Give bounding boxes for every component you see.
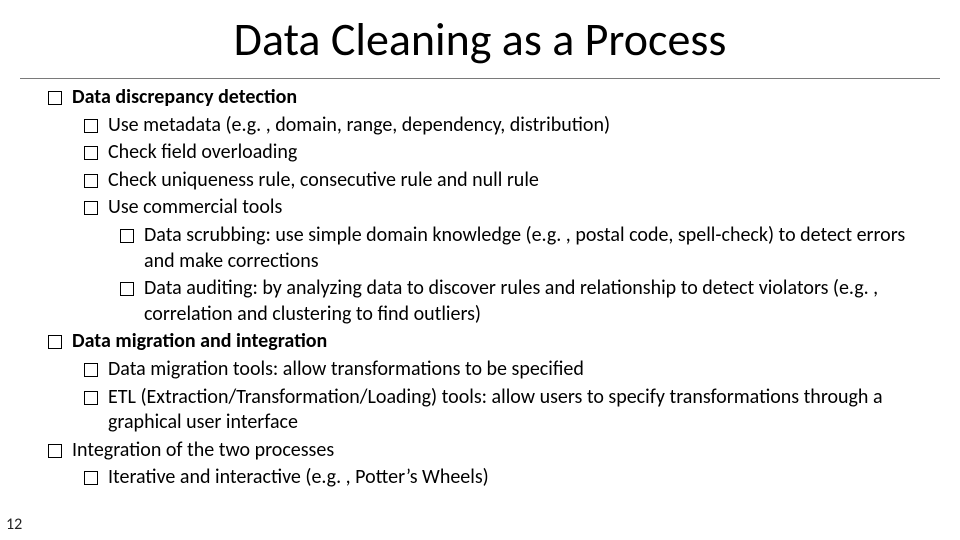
square-bullet-icon	[84, 119, 98, 133]
list-item-text: Data migration tools: allow transformati…	[108, 357, 930, 383]
page-number: 12	[6, 515, 22, 534]
list-item: Use metadata (e.g. , domain, range, depe…	[84, 113, 930, 139]
list-item: Data scrubbing: use simple domain knowle…	[120, 223, 930, 274]
list-item: Data migration and integration	[48, 329, 930, 355]
square-bullet-icon	[120, 229, 134, 243]
square-bullet-icon	[48, 444, 62, 458]
list-item: Integration of the two processes	[48, 438, 930, 464]
list-item: Check field overloading	[84, 140, 930, 166]
square-bullet-icon	[84, 391, 98, 405]
list-item: Iterative and interactive (e.g. , Potter…	[84, 465, 930, 491]
list-item-text: Integration of the two processes	[72, 438, 930, 464]
square-bullet-icon	[84, 201, 98, 215]
list-item-text: Use commercial tools	[108, 195, 930, 221]
list-item: ETL (Extraction/Transformation/Loading) …	[84, 385, 930, 436]
square-bullet-icon	[84, 146, 98, 160]
list-item-text: Check field overloading	[108, 140, 930, 166]
list-item-text: Iterative and interactive (e.g. , Potter…	[108, 465, 930, 491]
square-bullet-icon	[84, 471, 98, 485]
square-bullet-icon	[120, 282, 134, 296]
square-bullet-icon	[84, 174, 98, 188]
list-item-text: Use metadata (e.g. , domain, range, depe…	[108, 113, 930, 139]
list-item: Data migration tools: allow transformati…	[84, 357, 930, 383]
list-item-text: Check uniqueness rule, consecutive rule …	[108, 168, 930, 194]
square-bullet-icon	[48, 91, 62, 105]
list-item: Data auditing: by analyzing data to disc…	[120, 276, 930, 327]
list-item: Data discrepancy detection	[48, 85, 930, 111]
slide-body: Data discrepancy detection Use metadata …	[0, 79, 960, 491]
list-item-text: Data scrubbing: use simple domain knowle…	[144, 223, 930, 274]
square-bullet-icon	[84, 363, 98, 377]
list-item-text: ETL (Extraction/Transformation/Loading) …	[108, 385, 930, 436]
list-item: Use commercial tools	[84, 195, 930, 221]
list-item-text: Data auditing: by analyzing data to disc…	[144, 276, 930, 327]
slide: Data Cleaning as a Process Data discrepa…	[0, 0, 960, 540]
square-bullet-icon	[48, 335, 62, 349]
slide-title: Data Cleaning as a Process	[0, 0, 960, 78]
list-item-text: Data discrepancy detection	[72, 85, 930, 111]
list-item-text: Data migration and integration	[72, 329, 930, 355]
list-item: Check uniqueness rule, consecutive rule …	[84, 168, 930, 194]
